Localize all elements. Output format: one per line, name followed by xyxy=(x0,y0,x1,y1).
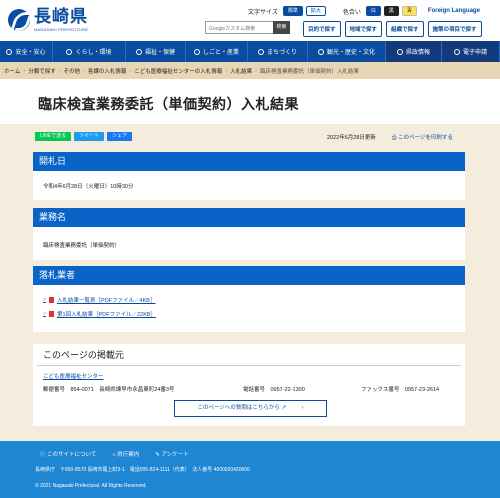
nav-item-government[interactable]: 県政情報 xyxy=(386,41,442,62)
breadcrumb-results[interactable]: 入札結果 xyxy=(230,67,252,75)
open-date-section: 開札日 令和4年6月28日（火曜日）10時30分 xyxy=(33,152,465,200)
print-link[interactable]: ⎙ このページを印刷する xyxy=(392,133,453,142)
publisher-phone: 電話番号 0957-22-1300 xyxy=(243,387,305,393)
copyright: © 2021 Nagasaki Prefectural. All Rights … xyxy=(35,483,147,489)
find-by-organization-button[interactable]: 組織で探す xyxy=(386,21,424,37)
tweet-button[interactable]: ツイート xyxy=(74,132,105,141)
pdf-icon xyxy=(49,297,55,303)
global-nav: 安全・安心 くらし・環境 福祉・保健 しごと・産業 まちづくり 観光・歴史・文化… xyxy=(0,41,500,62)
about-site-link[interactable]: ⓘ このサイトについて xyxy=(40,450,96,458)
breadcrumb-current: 臨床検査業務委託（単価契約）入札結果 xyxy=(259,68,359,75)
breadcrumb: ホーム › 分類で探す › その他 › 各課の入札情報 › こども医療福祉センターの入札… xyxy=(0,62,500,79)
publisher-section: このページの掲載元 こども医療福祉センター 郵便番号 854-0071 長崎県諫… xyxy=(33,344,465,426)
publisher-heading: このページの掲載元 xyxy=(37,344,461,366)
color-label: 色合い xyxy=(342,9,361,16)
publisher-fax: ファックス番号 0957-23-2614 xyxy=(361,387,440,393)
logo-title: 長崎県 xyxy=(34,7,88,27)
service-heading: 業務名 xyxy=(33,208,465,227)
font-large-button[interactable]: 拡大 xyxy=(305,6,326,16)
site-header: 長崎県 NAGASAKI PREFECTURE 文字サイズ 標準 拡大 色合い … xyxy=(0,0,500,41)
nav-item-tourism[interactable]: 観光・歴史・文化 xyxy=(308,41,386,62)
work-icon xyxy=(193,48,200,55)
nav-item-work[interactable]: しごと・産業 xyxy=(186,41,248,62)
font-standard-button[interactable]: 標準 xyxy=(282,6,303,16)
breadcrumb-category[interactable]: 分類で探す xyxy=(28,67,56,75)
breadcrumb-home[interactable]: ホーム xyxy=(4,67,20,75)
find-buttons: 目的で探す 地域で探す 組織で探す 施策の項目で探す xyxy=(303,21,482,37)
accessibility-controls: 文字サイズ 標準 拡大 色合い 白 黒 青 Foreign Language xyxy=(248,6,480,16)
site-footer: ⓘ このサイトについて ⌂ 県庁案内 ✎ アンケート 長崎県庁 〒850-857… xyxy=(0,441,500,498)
share-buttons: LINEで送る ツイート シェア xyxy=(35,132,133,141)
external-link-icon: ↗ xyxy=(281,405,287,411)
living-icon xyxy=(66,48,73,55)
tourism-icon xyxy=(317,48,324,55)
survey-link[interactable]: ✎ アンケート xyxy=(155,450,188,458)
nav-item-living[interactable]: くらし・環境 xyxy=(53,41,126,62)
publisher-address: 郵便番号 854-0071 長崎県諫早市永昌東町24番3号 xyxy=(43,387,175,393)
safety-icon xyxy=(6,48,13,55)
open-date-value: 令和4年6月28日（火曜日）10時30分 xyxy=(43,184,134,190)
line-share-button[interactable]: LINEで送る xyxy=(35,132,72,141)
service-value: 臨床検査業務委託（単価契約） xyxy=(43,243,121,249)
nav-item-welfare[interactable]: 福祉・保健 xyxy=(126,41,186,62)
e-application-icon xyxy=(453,48,460,55)
welfare-icon xyxy=(135,48,142,55)
facebook-share-button[interactable]: シェア xyxy=(107,132,133,141)
page-title: 臨床検査業務委託（単価契約）入札結果 xyxy=(38,97,299,113)
title-area: 臨床検査業務委託（単価契約）入札結果 xyxy=(0,79,500,124)
color-white-button[interactable]: 白 xyxy=(365,6,381,16)
find-by-region-button[interactable]: 地域で探す xyxy=(344,21,383,37)
font-size-label: 文字サイズ xyxy=(248,9,278,16)
footer-address: 長崎県庁 〒850-8570 長崎市尾上町3-1 電話095-824-1111（… xyxy=(35,467,250,473)
pdf-icon xyxy=(49,311,55,317)
town-icon xyxy=(257,48,264,55)
color-black-button[interactable]: 黒 xyxy=(383,6,399,16)
nav-item-e-application[interactable]: 電子申請 xyxy=(442,41,500,62)
publisher-org-link[interactable]: こども医療福祉センター xyxy=(43,372,104,380)
winner-heading: 落札業者 xyxy=(33,266,465,285)
info-icon: ⓘ xyxy=(40,452,48,458)
logo-subtitle: NAGASAKI PREFECTURE xyxy=(34,27,89,32)
find-by-purpose-button[interactable]: 目的で探す xyxy=(303,21,341,37)
breadcrumb-other[interactable]: その他 xyxy=(64,67,81,75)
breadcrumb-center-bid-info[interactable]: こども医療福祉センターの入札情報 xyxy=(134,67,222,75)
government-icon xyxy=(396,48,403,55)
prefecture-emblem-icon xyxy=(8,9,30,31)
winner-section: 落札業者 ○ 入札結果一覧表［PDFファイル／4KB］ ○ 第1回入札結果［PD… xyxy=(33,266,465,332)
nav-item-town[interactable]: まちづくり xyxy=(248,41,308,62)
find-by-policy-button[interactable]: 施策の項目で探す xyxy=(427,21,482,37)
open-date-heading: 開札日 xyxy=(33,152,465,171)
service-section: 業務名 臨床検査業務委託（単価契約） xyxy=(33,208,465,260)
color-blue-button[interactable]: 青 xyxy=(401,6,417,16)
bid-results-list-link[interactable]: ○ 入札結果一覧表［PDFファイル／4KB］ xyxy=(43,296,455,304)
updated-date: 2022年6月28日更新 xyxy=(327,135,376,141)
site-logo[interactable]: 長崎県 NAGASAKI PREFECTURE xyxy=(8,8,88,32)
search-button[interactable]: 検索 xyxy=(273,21,290,34)
contact-button[interactable]: このページへの質問はこちらから ↗ › xyxy=(174,400,327,417)
foreign-language-link[interactable]: Foreign Language xyxy=(428,8,480,14)
breadcrumb-bid-info[interactable]: 各課の入札情報 xyxy=(88,67,127,75)
nav-item-safety[interactable]: 安全・安心 xyxy=(0,41,53,62)
first-bid-result-link[interactable]: ○ 第1回入札結果［PDFファイル／22KB］ xyxy=(43,310,455,318)
office-guide-link[interactable]: ⌂ 県庁案内 xyxy=(112,450,139,458)
chevron-right-icon: › xyxy=(301,405,304,411)
